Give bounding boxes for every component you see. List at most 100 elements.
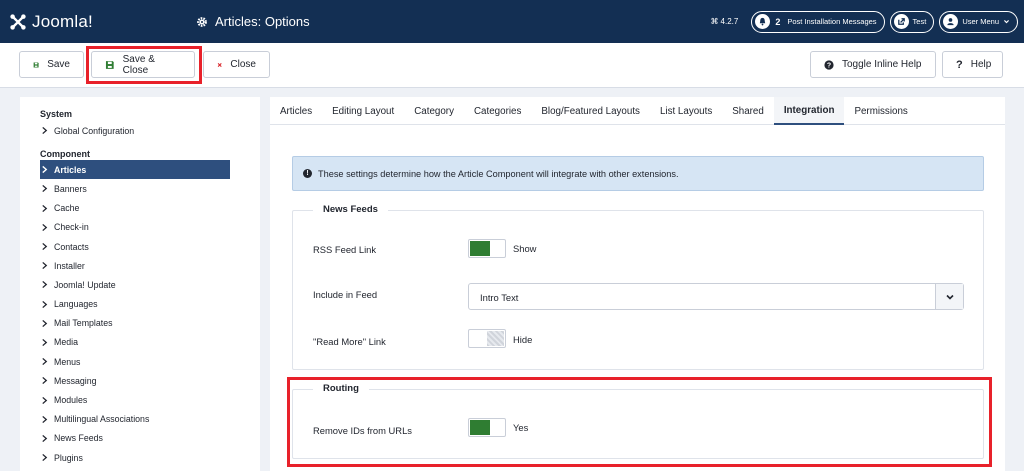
sidebar-item-news-feeds[interactable]: News Feeds <box>40 429 230 448</box>
sidebar-item-label: Cache <box>54 203 80 214</box>
command-icon: ⌘ <box>710 17 719 26</box>
sidebar-item-check-in[interactable]: Check-in <box>40 218 230 237</box>
chevron-right-icon <box>42 358 48 366</box>
chevron-right-icon <box>42 262 48 270</box>
sidebar-item-media[interactable]: Media <box>40 333 230 352</box>
gear-icon <box>197 16 207 27</box>
news-feeds-fieldset: News Feeds RSS Feed Link Show Include in… <box>292 204 984 370</box>
help-label: Help <box>970 59 992 70</box>
tab-editing-layout[interactable]: Editing Layout <box>322 97 404 125</box>
save-button[interactable]: Save <box>19 51 84 78</box>
notification-label: Post Installation Messages <box>787 17 877 26</box>
sidebar-item-mail-templates[interactable]: Mail Templates <box>40 314 230 333</box>
site-label: Test <box>912 17 927 26</box>
info-message: These settings determine how the Article… <box>318 168 679 179</box>
user-menu-label: User Menu <box>962 17 999 26</box>
sidebar-item-label: Check-in <box>54 222 89 233</box>
switch-off-indicator <box>487 331 504 346</box>
chevron-right-icon <box>42 204 48 212</box>
chevron-right-icon <box>42 377 48 385</box>
sidebar-item-banners[interactable]: Banners <box>40 179 230 198</box>
chevron-right-icon <box>42 434 48 442</box>
chevron-down-icon <box>935 284 963 309</box>
tab-shared[interactable]: Shared <box>722 97 774 125</box>
rss-feed-link-toggle[interactable] <box>468 239 506 258</box>
include-in-feed-select[interactable]: Intro Text <box>468 283 964 310</box>
tab-category[interactable]: Category <box>404 97 464 125</box>
sidebar-item-label: Languages <box>54 299 98 310</box>
help-button[interactable]: ? Help <box>942 51 1003 78</box>
view-site-button[interactable]: Test <box>889 10 935 33</box>
rss-feed-link-label: RSS Feed Link <box>313 244 377 255</box>
user-icon <box>943 14 959 29</box>
sidebar-item-label: Contacts <box>54 241 89 252</box>
read-more-link-label: "Read More" Link <box>313 336 386 347</box>
highlight-routing <box>287 377 992 467</box>
tab-permissions[interactable]: Permissions <box>844 97 917 125</box>
include-in-feed-value: Intro Text <box>480 292 519 303</box>
close-button[interactable]: Close <box>203 51 270 78</box>
highlight-save-close <box>86 46 202 84</box>
notification-count: 2 <box>775 16 781 27</box>
chevron-right-icon <box>42 338 48 347</box>
info-alert: ! These settings determine how the Artic… <box>292 156 984 191</box>
read-more-link-value: Hide <box>513 334 533 345</box>
system-heading: System <box>40 109 73 119</box>
page-title-text: Articles: Options <box>215 14 310 29</box>
sidebar-item-label: Global Configuration <box>54 125 135 136</box>
close-label: Close <box>230 59 256 70</box>
chevron-right-icon <box>42 223 48 231</box>
read-more-link-toggle[interactable] <box>468 329 506 348</box>
chevron-down-icon <box>1004 20 1009 24</box>
options-sidebar: System Global Configuration Component Ar… <box>20 97 260 471</box>
tab-list-layouts[interactable]: List Layouts <box>650 97 722 125</box>
options-tabs: Articles Editing Layout Category Categor… <box>270 97 1005 125</box>
sidebar-item-label: Multilingual Associations <box>54 414 150 425</box>
bell-icon <box>755 14 771 29</box>
chevron-right-icon <box>42 454 48 462</box>
chevron-right-icon <box>42 281 48 289</box>
info-icon: ! <box>303 169 312 178</box>
sidebar-item-articles[interactable]: Articles <box>40 160 230 180</box>
sidebar-item-multilingual-associations[interactable]: Multilingual Associations <box>40 410 230 429</box>
tab-categories[interactable]: Categories <box>464 97 531 125</box>
chevron-right-icon <box>42 396 48 404</box>
sidebar-item-modules[interactable]: Modules <box>40 390 230 409</box>
chevron-right-icon <box>42 166 48 174</box>
tab-integration[interactable]: Integration <box>773 97 845 125</box>
sidebar-item-label: Modules <box>54 395 88 406</box>
tab-blog-featured-layouts[interactable]: Blog/Featured Layouts <box>531 97 650 125</box>
chevron-right-icon <box>42 300 48 308</box>
logo-text: Joomla! <box>32 11 93 31</box>
post-installation-messages-button[interactable]: 2 Post Installation Messages <box>751 10 885 33</box>
inline-help-label: Toggle Inline Help <box>842 59 922 70</box>
sidebar-item-joomla-update[interactable]: Joomla! Update <box>40 275 230 294</box>
sidebar-item-contacts[interactable]: Contacts <box>40 237 230 256</box>
sidebar-item-plugins[interactable]: Plugins <box>40 448 230 467</box>
sidebar-item-installer[interactable]: Installer <box>40 256 230 275</box>
joomla-logo[interactable]: Joomla! <box>0 0 182 43</box>
question-circle-icon: ? <box>824 59 834 70</box>
sidebar-item-menus[interactable]: Menus <box>40 352 230 371</box>
sidebar-item-cache[interactable]: Cache <box>40 199 230 218</box>
user-menu-button[interactable]: User Menu <box>939 10 1018 33</box>
sidebar-item-label: News Feeds <box>54 433 103 444</box>
sidebar-item-languages[interactable]: Languages <box>40 295 230 314</box>
x-icon <box>217 62 222 67</box>
chevron-right-icon <box>42 415 48 423</box>
component-heading: Component <box>40 149 90 160</box>
sidebar-item-label: Installer <box>54 260 85 271</box>
include-in-feed-label: Include in Feed <box>313 289 378 300</box>
joomla-logo-icon <box>10 13 26 30</box>
sidebar-item-label: Joomla! Update <box>54 279 116 290</box>
sidebar-item-label: Plugins <box>54 452 83 463</box>
news-feeds-legend: News Feeds <box>313 204 388 215</box>
tab-articles[interactable]: Articles <box>270 97 322 125</box>
toggle-inline-help-button[interactable]: ? Toggle Inline Help <box>810 51 936 78</box>
sidebar-item-messaging[interactable]: Messaging <box>40 371 230 390</box>
rss-feed-link-value: Show <box>513 243 537 254</box>
save-label: Save <box>47 59 70 70</box>
sidebar-item-global-configuration[interactable]: Global Configuration <box>40 121 230 140</box>
version-text: 4.2.7 <box>720 17 739 26</box>
page-title: Articles: Options <box>196 14 310 29</box>
